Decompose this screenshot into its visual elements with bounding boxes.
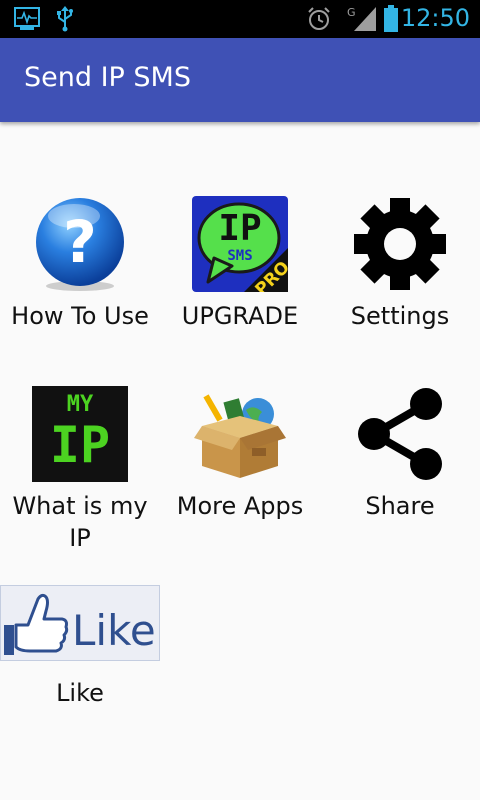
like-button[interactable]: Like Like (0, 585, 160, 715)
gear-icon (354, 198, 446, 290)
svg-text:?: ? (63, 208, 97, 276)
upgrade-button[interactable]: IP SMS PRO UPGRADE (160, 196, 320, 336)
how-to-use-label: How To Use (11, 302, 149, 330)
what-is-my-ip-label: What is my IP (12, 492, 148, 552)
usb-icon (57, 6, 73, 32)
my-ip-icon-my-text: MY (67, 392, 94, 417)
upgrade-label: UPGRADE (181, 302, 299, 330)
my-ip-icon: MY IP (32, 386, 128, 482)
app-bar: Send IP SMS (0, 38, 480, 122)
share-button[interactable]: Share (320, 386, 480, 526)
alarm-icon (308, 7, 330, 30)
what-is-my-ip-button[interactable]: MY IP What is my IP (0, 386, 160, 556)
like-icon-text: Like (72, 606, 156, 655)
status-bar: G 12:50 (0, 0, 480, 38)
signal-g-icon: G (347, 6, 376, 31)
share-label: Share (365, 492, 435, 520)
box-apps-icon (194, 394, 286, 478)
more-apps-button[interactable]: More Apps (160, 386, 320, 526)
how-to-use-button[interactable]: ? How To Use (0, 196, 160, 336)
like-label: Like (56, 679, 104, 707)
facebook-like-icon: Like (0, 585, 160, 661)
ip-sms-pro-icon: IP SMS PRO (192, 196, 288, 292)
ip-sms-icon-ip-text: IP (218, 208, 261, 249)
activity-monitor-icon (14, 7, 40, 30)
battery-icon (384, 5, 398, 32)
share-icon (358, 388, 442, 480)
network-type-label: G (347, 6, 356, 19)
settings-button[interactable]: Settings (320, 196, 480, 336)
my-ip-icon-ip-text: IP (50, 416, 110, 474)
app-title: Send IP SMS (24, 62, 191, 93)
settings-label: Settings (350, 302, 450, 330)
more-apps-label: More Apps (176, 492, 304, 520)
clock: 12:50 (400, 4, 470, 32)
ip-sms-icon-sms-text: SMS (227, 248, 252, 264)
help-question-icon: ? (36, 198, 124, 291)
